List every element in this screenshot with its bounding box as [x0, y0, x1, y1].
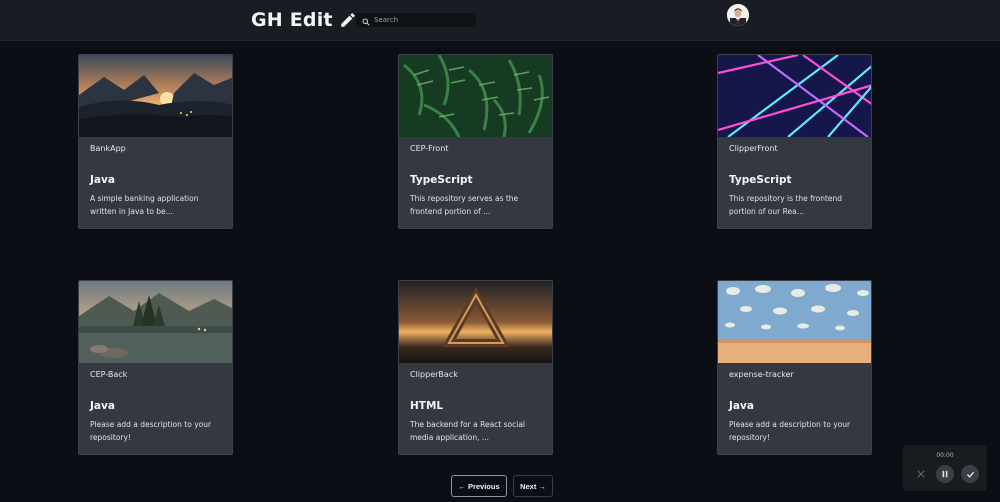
repo-thumbnail	[718, 55, 871, 137]
recorder-widget: 00:00	[903, 445, 987, 491]
repo-language: TypeScript	[410, 174, 473, 186]
repo-language: Java	[90, 400, 115, 412]
repo-card[interactable]: ClipperBack HTML The backend for a React…	[398, 280, 553, 455]
previous-button[interactable]: ← Previous	[451, 475, 507, 497]
repo-card[interactable]: CEP-Back Java Please add a description t…	[78, 280, 233, 455]
repo-language: Java	[729, 400, 754, 412]
check-icon[interactable]	[961, 465, 979, 483]
repo-card[interactable]: BankApp Java A simple banking applicatio…	[78, 54, 233, 229]
repo-thumbnail	[718, 281, 871, 363]
pause-icon[interactable]	[936, 465, 954, 483]
repo-thumbnail	[399, 55, 552, 137]
close-icon[interactable]	[912, 465, 930, 483]
recorder-time: 00:00	[936, 452, 954, 459]
repo-description: Please add a description to your reposit…	[729, 420, 851, 442]
pencil-icon[interactable]	[339, 11, 357, 29]
brand: GH Edit	[251, 7, 357, 33]
search-input[interactable]	[374, 16, 470, 24]
repo-language: HTML	[410, 400, 444, 412]
repo-name: CEP-Front	[410, 144, 449, 153]
next-button[interactable]: Next →	[513, 475, 553, 497]
repo-thumbnail	[399, 281, 552, 363]
repo-description: The backend for a React social media app…	[410, 420, 525, 442]
repo-card[interactable]: ClipperFront TypeScript This repository …	[717, 54, 872, 229]
search-box[interactable]	[356, 13, 476, 27]
repo-name: ClipperBack	[410, 370, 458, 379]
repo-card[interactable]: CEP-Front TypeScript This repository ser…	[398, 54, 553, 229]
repo-name: ClipperFront	[729, 144, 778, 153]
repo-name: BankApp	[90, 144, 126, 153]
search-icon	[362, 11, 370, 30]
repo-language: TypeScript	[729, 174, 792, 186]
repo-description: This repository is the frontend portion …	[729, 194, 843, 216]
app-title: GH Edit	[251, 9, 333, 31]
repo-description: This repository serves as the frontend p…	[410, 194, 519, 216]
pagination: ← Previous Next →	[451, 475, 553, 497]
repo-name: expense-tracker	[729, 370, 794, 379]
top-bar: GH Edit	[0, 0, 1000, 41]
repo-description: Please add a description to your reposit…	[90, 420, 212, 442]
repo-language: Java	[90, 174, 115, 186]
repo-card[interactable]: expense-tracker Java Please add a descri…	[717, 280, 872, 455]
repo-description: A simple banking application written in …	[90, 194, 199, 216]
repo-thumbnail	[79, 281, 232, 363]
avatar[interactable]	[727, 4, 749, 26]
repo-name: CEP-Back	[90, 370, 128, 379]
repo-thumbnail	[79, 55, 232, 137]
